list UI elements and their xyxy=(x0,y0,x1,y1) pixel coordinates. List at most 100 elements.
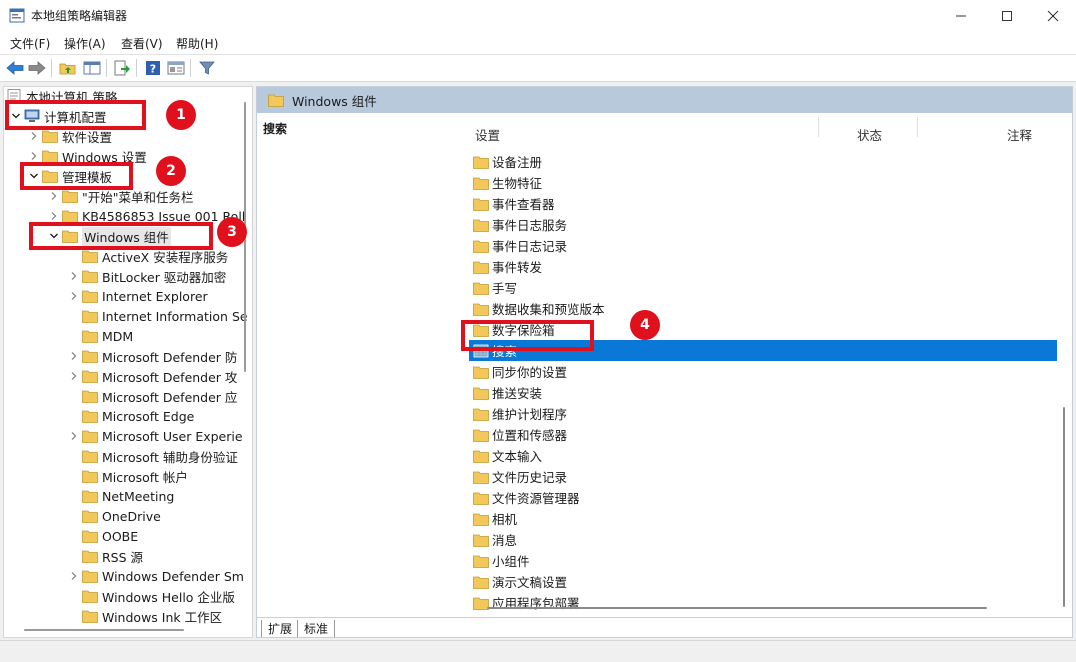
tree-expander[interactable] xyxy=(66,486,82,506)
list-item-label: 文件资源管理器 xyxy=(492,491,580,506)
tree-expander[interactable] xyxy=(66,306,82,326)
close-button[interactable] xyxy=(1030,0,1076,31)
settings-list[interactable]: 设置 状态 注释 设备注册 生物特征 事件查看器 事件日志服务 事件日志记录 事件转发 手写… xyxy=(469,113,1059,611)
window-title: 本地组策略编辑器 xyxy=(31,9,128,23)
tree-expander[interactable] xyxy=(66,446,82,466)
forward-button[interactable] xyxy=(27,58,47,78)
tree-expander[interactable] xyxy=(66,606,82,626)
menu-help[interactable]: 帮助(H) xyxy=(176,35,218,52)
list-item[interactable]: 事件日志服务 xyxy=(469,214,1059,235)
tree-item[interactable]: Microsoft Defender 防 xyxy=(66,346,237,366)
column-header-setting[interactable]: 设置 xyxy=(475,125,500,144)
tree-item[interactable]: OneDrive xyxy=(66,506,161,526)
list-item[interactable]: 消息 xyxy=(469,529,1059,550)
horizontal-scrollbar[interactable] xyxy=(487,607,987,609)
menu-view[interactable]: 查看(V) xyxy=(121,35,163,52)
menu-file[interactable]: 文件(F) xyxy=(10,35,50,52)
tree-item-label: OOBE xyxy=(102,528,139,544)
tree-expander[interactable] xyxy=(66,566,82,586)
column-header-comment[interactable]: 注释 xyxy=(1007,125,1032,144)
tree-expander[interactable] xyxy=(66,326,82,346)
list-item-label: 文件历史记录 xyxy=(492,470,568,485)
tree-expander[interactable] xyxy=(66,586,82,606)
list-item[interactable]: 事件转发 xyxy=(469,256,1059,277)
tree-item[interactable]: Windows Defender Sm xyxy=(66,566,244,586)
tree-item[interactable]: Windows Ink 工作区 xyxy=(66,606,222,626)
list-item[interactable]: 生物特征 xyxy=(469,172,1059,193)
help-button[interactable]: ? xyxy=(143,58,163,78)
folder-icon xyxy=(473,198,489,211)
minimize-button[interactable] xyxy=(938,0,984,31)
tree-expander[interactable] xyxy=(66,286,82,306)
list-item[interactable]: 手写 xyxy=(469,277,1059,298)
list-item[interactable]: 应用程序包部署 xyxy=(469,592,1059,613)
tree-item[interactable]: Windows Hello 企业版 xyxy=(66,586,235,606)
list-item[interactable]: 推送安装 xyxy=(469,382,1059,403)
list-item-label: 小组件 xyxy=(492,554,530,569)
list-item[interactable]: 事件查看器 xyxy=(469,193,1059,214)
tree-horizontal-scrollbar[interactable] xyxy=(24,629,184,631)
tree-item-label: OneDrive xyxy=(102,508,161,524)
tree-item[interactable]: Internet Information Se xyxy=(66,306,248,326)
tree-expander[interactable] xyxy=(66,406,82,426)
tree-item-label: Windows Hello 企业版 xyxy=(102,589,235,605)
list-item[interactable]: 数据收集和预览版本 xyxy=(469,298,1059,319)
list-item[interactable]: 事件日志记录 xyxy=(469,235,1059,256)
tree-expander[interactable] xyxy=(66,506,82,526)
app-icon xyxy=(9,8,25,23)
show-tree-button[interactable] xyxy=(82,58,102,78)
list-item[interactable]: 位置和传感器 xyxy=(469,424,1059,445)
column-header-state[interactable]: 状态 xyxy=(857,125,882,144)
export-list-button[interactable] xyxy=(112,58,132,78)
tree-item[interactable]: BitLocker 驱动器加密 xyxy=(66,266,226,286)
tree-item[interactable]: MDM xyxy=(66,326,133,346)
list-item[interactable]: 小组件 xyxy=(469,550,1059,571)
list-item[interactable]: 同步你的设置 xyxy=(469,361,1059,382)
tree-item[interactable]: RSS 源 xyxy=(66,546,143,566)
list-item[interactable]: 维护计划程序 xyxy=(469,403,1059,424)
filter-button[interactable] xyxy=(197,58,217,78)
tree-expander[interactable] xyxy=(66,366,82,386)
list-item[interactable]: 相机 xyxy=(469,508,1059,529)
list-item[interactable]: 文件历史记录 xyxy=(469,466,1059,487)
tree-item[interactable]: Microsoft User Experie xyxy=(66,426,243,446)
tree-item[interactable]: Microsoft Edge xyxy=(66,406,194,426)
tree-item[interactable]: Microsoft Defender 应 xyxy=(66,386,237,406)
menu-action[interactable]: 操作(A) xyxy=(64,35,106,52)
list-item[interactable]: 文本输入 xyxy=(469,445,1059,466)
back-button[interactable] xyxy=(5,58,25,78)
tree-item[interactable]: Microsoft Defender 攻 xyxy=(66,366,237,386)
forward-arrow-icon xyxy=(28,61,46,75)
tree-expander[interactable] xyxy=(66,466,82,486)
maximize-button[interactable] xyxy=(984,0,1030,31)
tree-expander[interactable] xyxy=(66,346,82,366)
tree-item-label: Windows Ink 工作区 xyxy=(102,609,223,625)
tree-expander[interactable] xyxy=(66,266,82,286)
list-item-label: 维护计划程序 xyxy=(492,407,568,422)
up-folder-button[interactable] xyxy=(58,58,78,78)
tree-item-label: Microsoft 帐户 xyxy=(102,469,188,485)
list-item[interactable]: 设备注册 xyxy=(469,151,1059,172)
folder-icon xyxy=(82,270,98,283)
list-item[interactable]: 演示文稿设置 xyxy=(469,571,1059,592)
folder-icon xyxy=(82,570,98,583)
tree-expander[interactable] xyxy=(66,546,82,566)
tree-item[interactable]: NetMeeting xyxy=(66,486,174,506)
tab-standard[interactable]: 标准 xyxy=(297,620,336,637)
tree-item[interactable]: Microsoft 辅助身份验证 xyxy=(66,446,238,466)
tree-item[interactable]: Internet Explorer xyxy=(66,286,208,306)
properties-button[interactable] xyxy=(166,58,186,78)
tree-expander[interactable] xyxy=(66,526,82,546)
tree-item[interactable]: Microsoft 帐户 xyxy=(66,466,188,486)
tree-item[interactable]: OOBE xyxy=(66,526,138,546)
tree-expander[interactable] xyxy=(66,386,82,406)
vertical-scrollbar[interactable] xyxy=(1063,407,1065,607)
tab-extended[interactable]: 扩展 xyxy=(261,620,300,637)
folder-icon xyxy=(62,210,78,223)
list-item[interactable]: 文件资源管理器 xyxy=(469,487,1059,508)
folder-icon xyxy=(82,510,98,523)
folder-icon xyxy=(82,330,98,343)
folder-icon xyxy=(473,429,489,442)
tree-expander[interactable] xyxy=(66,426,82,446)
folder-icon xyxy=(82,310,98,323)
